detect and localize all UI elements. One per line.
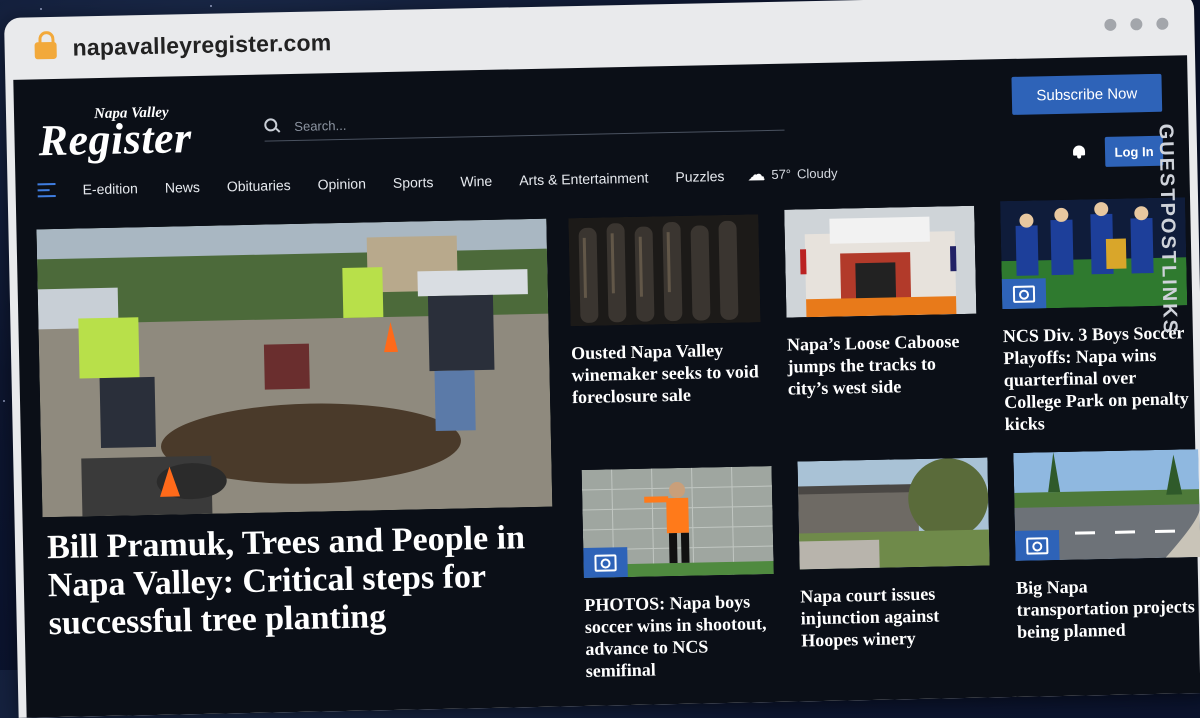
window-controls — [1104, 17, 1169, 31]
search-bar — [263, 99, 785, 142]
lead-story-title[interactable]: Bill Pramuk, Trees and People in Napa Va… — [47, 519, 549, 643]
nav-item-arts[interactable]: Arts & Entertainment — [519, 169, 648, 188]
nav-item-e-edition[interactable]: E-edition — [82, 180, 138, 197]
weather-temp: 57° — [771, 166, 792, 182]
window-dot-icon[interactable] — [1156, 17, 1169, 30]
camera-icon[interactable] — [583, 547, 628, 578]
camera-icon[interactable] — [1001, 278, 1047, 310]
window-dot-icon[interactable] — [1104, 18, 1117, 31]
nav-item-news[interactable]: News — [165, 178, 200, 195]
main-nav: E-edition News Obituaries Opinion Sports… — [37, 163, 838, 201]
search-input[interactable] — [292, 103, 777, 138]
browser-window: napavalleyregister.com Napa Valley Regis… — [4, 0, 1200, 718]
lock-icon — [34, 30, 57, 60]
story-headline[interactable]: Napa’s Loose Caboose jumps the tracks to… — [787, 330, 978, 400]
logo-big-text: Register — [38, 113, 193, 166]
story-card[interactable]: PHOTOS: Napa boys soccer wins in shootou… — [581, 466, 774, 681]
url-text[interactable]: napavalleyregister.com — [72, 29, 331, 61]
nav-item-obituaries[interactable]: Obituaries — [227, 177, 291, 194]
story-card[interactable]: Napa court issues injunction against Hoo… — [797, 457, 990, 650]
web-page: Napa Valley Register Subscribe Now Log I… — [13, 55, 1200, 718]
story-headline[interactable]: PHOTOS: Napa boys soccer wins in shootou… — [584, 590, 776, 682]
nav-item-puzzles[interactable]: Puzzles — [675, 167, 724, 184]
weather-widget[interactable]: ☁ 57° Cloudy — [747, 163, 838, 186]
window-dot-icon[interactable] — [1130, 18, 1143, 31]
bell-icon[interactable] — [1072, 145, 1086, 159]
story-headline[interactable]: Napa court issues injunction against Hoo… — [800, 582, 981, 652]
story-image[interactable] — [568, 214, 761, 327]
cloud-icon: ☁ — [747, 164, 766, 185]
subscribe-button[interactable]: Subscribe Now — [1011, 73, 1163, 115]
search-icon[interactable] — [264, 118, 278, 132]
story-card[interactable]: Ousted Napa Valley winemaker seeks to vo… — [568, 214, 761, 407]
watermark-text: GUESTPOSTLINKS — [1154, 123, 1181, 336]
story-headline[interactable]: Big Napa transportation projects being p… — [1016, 573, 1200, 643]
weather-condition: Cloudy — [796, 165, 838, 182]
story-card[interactable]: Napa’s Loose Caboose jumps the tracks to… — [784, 205, 977, 399]
nav-item-sports[interactable]: Sports — [393, 174, 434, 191]
story-image[interactable] — [1013, 449, 1200, 561]
story-image[interactable] — [797, 457, 990, 570]
watermark: GUESTPOSTLINKS — [1154, 115, 1190, 416]
story-image[interactable] — [784, 205, 977, 318]
camera-icon[interactable] — [1014, 530, 1060, 561]
nav-item-wine[interactable]: Wine — [460, 172, 492, 189]
story-card[interactable]: Big Napa transportation projects being p… — [1013, 449, 1200, 642]
menu-icon[interactable] — [37, 182, 56, 197]
story-image[interactable] — [581, 466, 774, 578]
nav-item-opinion[interactable]: Opinion — [317, 175, 366, 192]
lead-story-image[interactable] — [36, 218, 553, 518]
story-headline[interactable]: Ousted Napa Valley winemaker seeks to vo… — [571, 338, 762, 408]
